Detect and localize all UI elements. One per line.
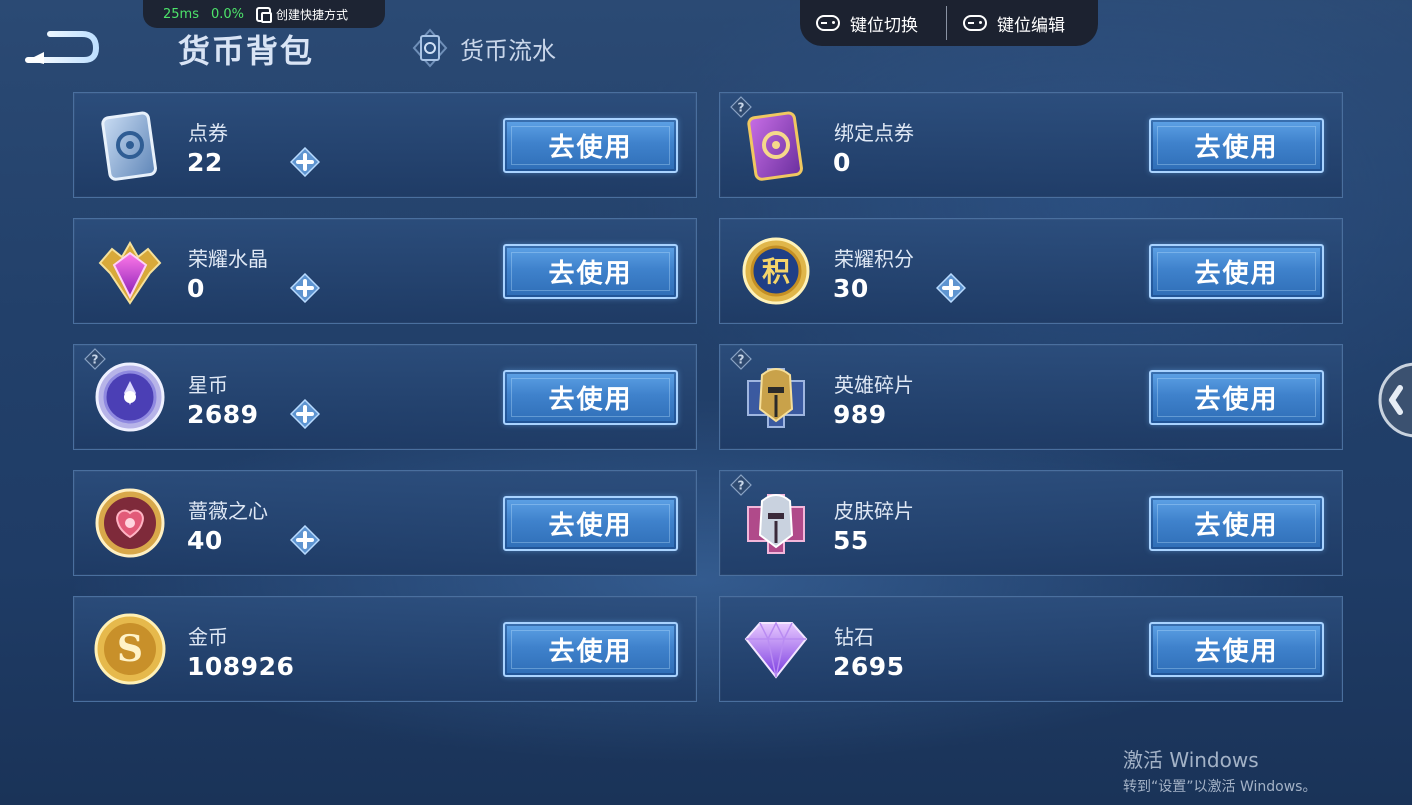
skin-fragment-icon xyxy=(747,494,805,554)
currency-card: ? 英雄碎片 989 去使用 xyxy=(719,344,1343,450)
keymap-switch-label: 键位切换 xyxy=(850,15,918,36)
currency-amount: 30 xyxy=(833,274,869,303)
packet-loss-value: 0.0% xyxy=(210,6,245,22)
currency-amount: 40 xyxy=(187,526,223,555)
add-currency-button[interactable] xyxy=(289,146,321,178)
currency-name: 点券 xyxy=(188,121,228,145)
add-currency-button[interactable] xyxy=(289,398,321,430)
gold-coin-icon: S xyxy=(94,613,166,685)
use-button[interactable]: 去使用 xyxy=(503,244,678,299)
page-title: 货币背包 xyxy=(178,32,315,70)
create-shortcut-button[interactable]: 创建快捷方式 xyxy=(256,6,348,23)
currency-grid: 点券 22 去使用 ? 绑定点券 0 去使用 荣耀水晶 0 去使用 积荣耀积分 30 去使用 ? 星… xyxy=(73,92,1343,702)
gamepad-icon xyxy=(816,15,840,31)
tab-currency-flow[interactable]: 货币流水 xyxy=(412,28,556,68)
use-button[interactable]: 去使用 xyxy=(1149,118,1324,173)
currency-card: 钻石 2695 去使用 xyxy=(719,596,1343,702)
create-shortcut-label: 创建快捷方式 xyxy=(276,7,349,22)
keymap-switch-button[interactable]: 键位切换 xyxy=(800,0,946,46)
watermark-line2: 转到“设置”以激活 Windows。 xyxy=(1123,779,1317,795)
performance-overlay: 25ms 0.0% 创建快捷方式 xyxy=(143,0,385,28)
currency-card: 点券 22 去使用 xyxy=(73,92,697,198)
use-button[interactable]: 去使用 xyxy=(1149,496,1324,551)
currency-amount: 0 xyxy=(187,274,205,303)
keymap-toolbar: 键位切换 键位编辑 xyxy=(800,0,1098,46)
currency-card: ? 星币 2689 去使用 xyxy=(73,344,697,450)
ping-value: 25ms xyxy=(163,6,199,22)
currency-card: ? 皮肤碎片 55 去使用 xyxy=(719,470,1343,576)
svg-text:积: 积 xyxy=(762,255,790,288)
currency-name: 星币 xyxy=(188,373,228,397)
add-currency-button[interactable] xyxy=(935,272,967,304)
watermark-line1: 激活 Windows xyxy=(1123,748,1259,772)
use-button[interactable]: 去使用 xyxy=(503,370,678,425)
keymap-edit-button[interactable]: 键位编辑 xyxy=(947,0,1081,46)
rose-heart-icon xyxy=(95,488,165,558)
currency-card: S 金币 108926 去使用 xyxy=(73,596,697,702)
use-button[interactable]: 去使用 xyxy=(1149,622,1324,677)
glory-crystal-icon xyxy=(98,240,162,305)
windows-activation-watermark: 激活 Windows 转到“设置”以激活 Windows。 xyxy=(1123,744,1316,796)
diamond-icon xyxy=(744,621,808,679)
star-coin-icon xyxy=(95,362,165,432)
add-currency-button[interactable] xyxy=(289,272,321,304)
currency-amount: 108926 xyxy=(187,652,295,681)
currency-amount: 22 xyxy=(187,148,223,177)
currency-amount: 2689 xyxy=(187,400,259,429)
svg-text:S: S xyxy=(117,628,143,670)
use-button[interactable]: 去使用 xyxy=(1149,370,1324,425)
glory-points-icon: 积 xyxy=(742,237,810,305)
currency-amount: 989 xyxy=(833,400,887,429)
use-button[interactable]: 去使用 xyxy=(503,496,678,551)
currency-amount: 55 xyxy=(833,526,869,555)
currency-card: ? 绑定点券 0 去使用 xyxy=(719,92,1343,198)
currency-name: 绑定点券 xyxy=(834,121,914,145)
voucher-icon xyxy=(101,111,157,181)
use-button[interactable]: 去使用 xyxy=(503,118,678,173)
add-currency-button[interactable] xyxy=(289,524,321,556)
currency-card: 积 荣耀积分 30 去使用 xyxy=(719,218,1343,324)
hero-fragment-icon xyxy=(747,368,805,428)
side-menu-handle[interactable] xyxy=(1378,360,1412,440)
currency-card: 蔷薇之心 40 去使用 xyxy=(73,470,697,576)
currency-amount: 0 xyxy=(833,148,851,177)
currency-name: 钻石 xyxy=(834,625,874,649)
currency-amount: 2695 xyxy=(833,652,905,681)
back-arrow-icon[interactable] xyxy=(24,26,100,66)
currency-name: 金币 xyxy=(188,625,228,649)
tab-currency-flow-label: 货币流水 xyxy=(460,36,556,65)
keymap-edit-label: 键位编辑 xyxy=(997,15,1065,36)
gamepad-icon xyxy=(963,15,987,31)
bound-voucher-icon xyxy=(747,111,803,181)
currency-flow-icon xyxy=(412,28,448,68)
currency-name: 蔷薇之心 xyxy=(188,499,268,523)
shortcut-icon xyxy=(256,6,273,23)
currency-name: 荣耀水晶 xyxy=(188,247,268,271)
use-button[interactable]: 去使用 xyxy=(1149,244,1324,299)
currency-name: 皮肤碎片 xyxy=(834,499,914,523)
currency-name: 英雄碎片 xyxy=(834,373,914,397)
currency-card: 荣耀水晶 0 去使用 xyxy=(73,218,697,324)
use-button[interactable]: 去使用 xyxy=(503,622,678,677)
currency-name: 荣耀积分 xyxy=(834,247,914,271)
